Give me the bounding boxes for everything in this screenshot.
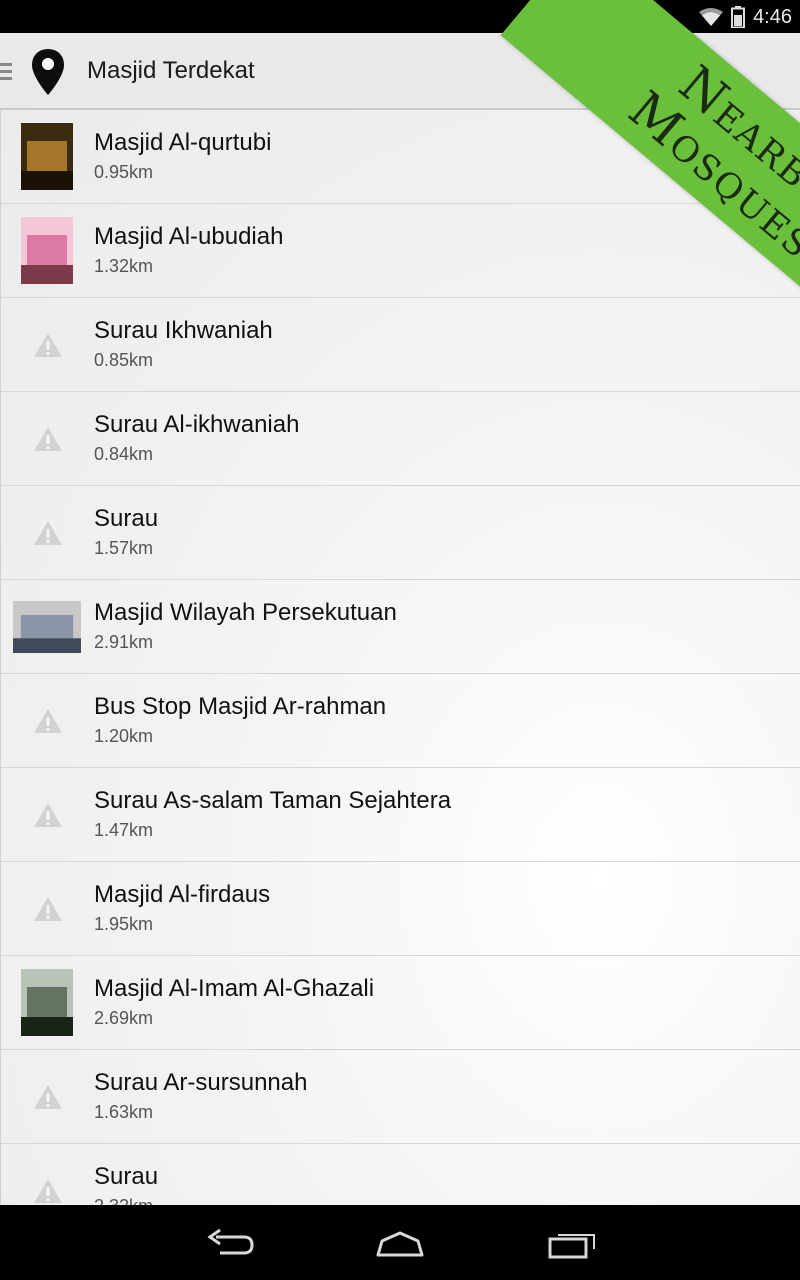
list-item[interactable]: Masjid Al-ubudiah 1.32km: [1, 204, 800, 298]
warning-icon: [34, 333, 62, 357]
mosque-distance: 1.95km: [94, 914, 154, 934]
action-bar: Masjid Terdekat: [0, 33, 800, 110]
warning-icon: [34, 1179, 62, 1203]
mosque-name: Masjid Al-firdaus: [94, 881, 271, 908]
mosque-distance: 1.63km: [94, 1102, 154, 1122]
mosque-distance: 1.47km: [94, 820, 154, 840]
mosque-distance: 0.85km: [94, 350, 154, 370]
wifi-icon: [699, 8, 724, 26]
warning-icon: [34, 1085, 62, 1109]
list-item[interactable]: Masjid Al-firdaus 1.95km: [1, 862, 800, 956]
mosque-distance: 1.32km: [94, 256, 154, 276]
mosque-name: Surau Ar-sursunnah: [94, 1069, 308, 1096]
mosque-distance: 2.32km: [94, 1196, 153, 1205]
mosque-name: Surau Al-ikhwaniah: [94, 411, 300, 438]
warning-icon: [34, 427, 62, 451]
list-item[interactable]: Surau As-salam Taman Sejahtera 1.47km: [1, 768, 800, 862]
mosque-distance: 1.57km: [94, 538, 154, 558]
warning-icon: [34, 521, 62, 545]
warning-icon: [34, 897, 62, 921]
mosque-name: Surau Ikhwaniah: [94, 317, 273, 344]
status-icons: 4:46: [699, 4, 792, 30]
status-bar: 4:46: [0, 0, 800, 33]
mosque-distance: 0.84km: [94, 444, 154, 464]
mosque-name: Masjid Wilayah Persekutuan: [94, 599, 397, 626]
mosque-name: Masjid Al-ubudiah: [94, 223, 284, 250]
battery-icon: [731, 6, 746, 28]
drawer-indicator-icon[interactable]: [0, 63, 12, 83]
warning-icon: [34, 709, 62, 733]
clock: 4:46: [753, 5, 792, 28]
list-item[interactable]: Bus Stop Masjid Ar-rahman 1.20km: [1, 674, 800, 768]
recents-icon[interactable]: [542, 1225, 602, 1261]
mosque-thumbnail: [21, 217, 73, 284]
mosque-name: Surau: [94, 505, 159, 532]
mosque-distance: 2.69km: [94, 1008, 154, 1028]
warning-icon: [34, 803, 62, 827]
mosque-distance: 0.95km: [94, 162, 154, 182]
back-icon[interactable]: [200, 1225, 260, 1261]
mosque-name: Surau: [94, 1163, 159, 1190]
list-item[interactable]: Masjid Al-Imam Al-Ghazali 2.69km: [1, 956, 800, 1050]
navigation-bar: [0, 1205, 800, 1280]
mosque-name: Masjid Al-Imam Al-Ghazali: [94, 975, 375, 1002]
mosque-thumbnail: [13, 601, 81, 653]
mosque-list[interactable]: Masjid Al-qurtubi 0.95km Masjid Al-ubudiah…: [0, 110, 800, 1205]
list-item[interactable]: Surau 1.57km: [1, 486, 800, 580]
mosque-thumbnail: [21, 969, 73, 1036]
list-item[interactable]: Masjid Al-qurtubi 0.95km: [1, 110, 800, 204]
page-title: Masjid Terdekat: [87, 57, 255, 84]
list-item[interactable]: Surau 2.32km: [1, 1144, 800, 1205]
list-item[interactable]: Masjid Wilayah Persekutuan 2.91km: [1, 580, 800, 674]
mosque-name: Surau As-salam Taman Sejahtera: [94, 787, 452, 814]
mosque-name: Masjid Al-qurtubi: [94, 129, 272, 156]
home-icon[interactable]: [370, 1225, 430, 1261]
list-item[interactable]: Surau Ikhwaniah 0.85km: [1, 298, 800, 392]
list-item[interactable]: Surau Al-ikhwaniah 0.84km: [1, 392, 800, 486]
mosque-thumbnail: [21, 123, 73, 190]
mosque-name: Bus Stop Masjid Ar-rahman: [94, 693, 387, 720]
list-item[interactable]: Surau Ar-sursunnah 1.63km: [1, 1050, 800, 1144]
mosque-distance: 2.91km: [94, 632, 154, 652]
mosque-distance: 1.20km: [94, 726, 154, 746]
map-pin-icon[interactable]: [30, 47, 66, 97]
